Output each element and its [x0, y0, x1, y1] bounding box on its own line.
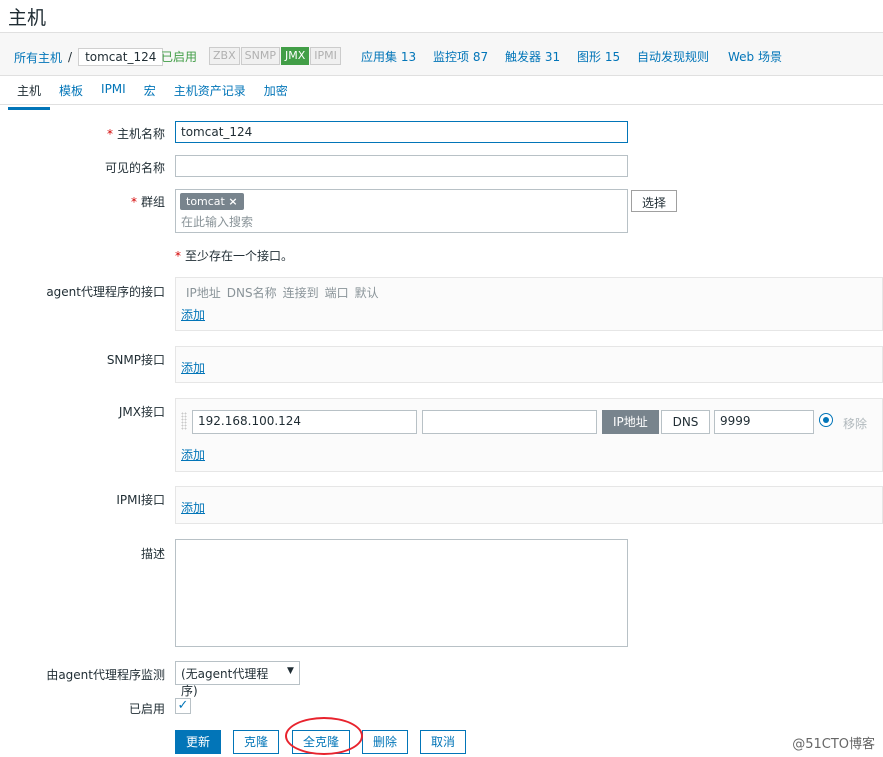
jmx-interfaces-label: JMX接口 — [118, 405, 165, 419]
agent-interfaces-header: IP地址 DNS名称 连接到 端口 默认 — [186, 284, 379, 301]
jmx-connect-ip-toggle[interactable]: IP地址 — [602, 410, 659, 434]
discovery-rules-link[interactable]: 自动发现规则 — [637, 48, 709, 65]
breadcrumb-current-host: tomcat_124 — [78, 48, 164, 66]
tab-encryption[interactable]: 加密 — [255, 82, 297, 110]
zbx-availability-badge: ZBX — [209, 47, 240, 65]
host-status-enabled[interactable]: 已启用 — [161, 48, 197, 65]
breadcrumb-all-hosts[interactable]: 所有主机 — [14, 49, 62, 66]
snmp-interfaces-panel — [175, 346, 883, 383]
groups-label-text: 群组 — [140, 195, 165, 209]
host-name-label-text: 主机名称 — [116, 127, 165, 141]
col-default: 默认 — [354, 286, 379, 300]
description-textarea[interactable] — [175, 539, 628, 647]
update-button[interactable]: 更新 — [175, 730, 222, 754]
group-tag-label: tomcat — [186, 195, 225, 208]
add-ipmi-interface-link[interactable]: 添加 — [181, 499, 205, 516]
add-jmx-interface-link[interactable]: 添加 — [181, 446, 205, 463]
tab-host[interactable]: 主机 — [8, 82, 51, 110]
availability-indicators: ZBX SNMP JMX IPMI — [209, 47, 342, 65]
add-agent-interface-link[interactable]: 添加 — [181, 306, 205, 323]
monitored-by-proxy-label: 由agent代理程序监测 — [46, 668, 165, 682]
tab-bar: 主机 模板 IPMI 宏 主机资产记录 加密 — [8, 82, 297, 110]
graphs-link[interactable]: 图形 15 — [577, 48, 620, 65]
proxy-select[interactable]: (无agent代理程序) — [175, 661, 300, 698]
snmp-interfaces-label: SNMP接口 — [106, 353, 165, 367]
ipmi-interfaces-label: IPMI接口 — [116, 493, 165, 507]
breadcrumb: 所有主机 / tomcat_124 — [14, 48, 164, 66]
add-snmp-interface-link[interactable]: 添加 — [181, 359, 205, 376]
annotation-highlight-circle — [285, 717, 363, 755]
jmx-remove-link[interactable]: 移除 — [843, 415, 867, 432]
enabled-label: 已启用 — [128, 702, 165, 716]
host-name-label: * 主机名称 — [106, 127, 165, 141]
applications-link[interactable]: 应用集 13 — [361, 48, 416, 65]
cancel-button[interactable]: 取消 — [420, 730, 467, 754]
ipmi-interfaces-panel — [175, 486, 883, 524]
snmp-availability-badge: SNMP — [240, 47, 280, 65]
items-link[interactable]: 监控项 87 — [433, 48, 488, 65]
proxy-select-value: (无agent代理程序) — [181, 667, 269, 698]
jmx-dns-input[interactable] — [422, 410, 597, 434]
jmx-port-input[interactable]: 9999 — [714, 410, 814, 434]
tab-ipmi[interactable]: IPMI — [92, 82, 135, 110]
tab-macros[interactable]: 宏 — [135, 82, 165, 110]
tab-divider — [0, 104, 883, 105]
page-title: 主机 — [8, 7, 47, 29]
tab-inventory[interactable]: 主机资产记录 — [165, 82, 255, 110]
host-name-input[interactable]: tomcat_124 — [175, 121, 628, 143]
groups-label: * 群组 — [130, 195, 165, 209]
agent-interfaces-label: agent代理程序的接口 — [46, 285, 165, 299]
jmx-availability-badge: JMX — [280, 47, 310, 65]
tab-templates[interactable]: 模板 — [50, 82, 92, 110]
ipmi-availability-badge: IPMI — [310, 47, 341, 65]
interface-note: * 至少存在一个接口。 — [175, 249, 294, 263]
chevron-down-icon: ▼ — [287, 666, 294, 676]
jmx-ip-input[interactable]: 192.168.100.124 — [192, 410, 417, 434]
visible-name-label: 可见的名称 — [104, 161, 165, 175]
watermark: @51CTO博客 — [792, 737, 875, 752]
delete-button[interactable]: 删除 — [362, 730, 409, 754]
interface-note-text: 至少存在一个接口。 — [185, 249, 294, 263]
group-tag[interactable]: tomcat × — [180, 193, 244, 210]
group-search-placeholder[interactable]: 在此输入搜索 — [181, 213, 253, 230]
description-label: 描述 — [140, 547, 165, 561]
jmx-default-radio[interactable] — [819, 413, 833, 427]
web-scenarios-link[interactable]: Web 场景 — [728, 48, 782, 65]
clone-button[interactable]: 克隆 — [233, 730, 280, 754]
visible-name-input[interactable] — [175, 155, 628, 177]
col-connect: 连接到 — [282, 286, 319, 300]
select-groups-button[interactable]: 选择 — [631, 190, 678, 212]
breadcrumb-separator: / — [68, 50, 73, 64]
drag-handle-icon[interactable] — [181, 412, 187, 430]
remove-tag-icon[interactable]: × — [228, 195, 237, 208]
col-ip: IP地址 — [186, 286, 221, 300]
col-dns: DNS名称 — [226, 286, 277, 300]
jmx-connect-dns-toggle[interactable]: DNS — [661, 410, 710, 434]
enabled-checkbox[interactable]: ✓ — [175, 698, 191, 714]
col-port: 端口 — [324, 286, 349, 300]
triggers-link[interactable]: 触发器 31 — [505, 48, 560, 65]
